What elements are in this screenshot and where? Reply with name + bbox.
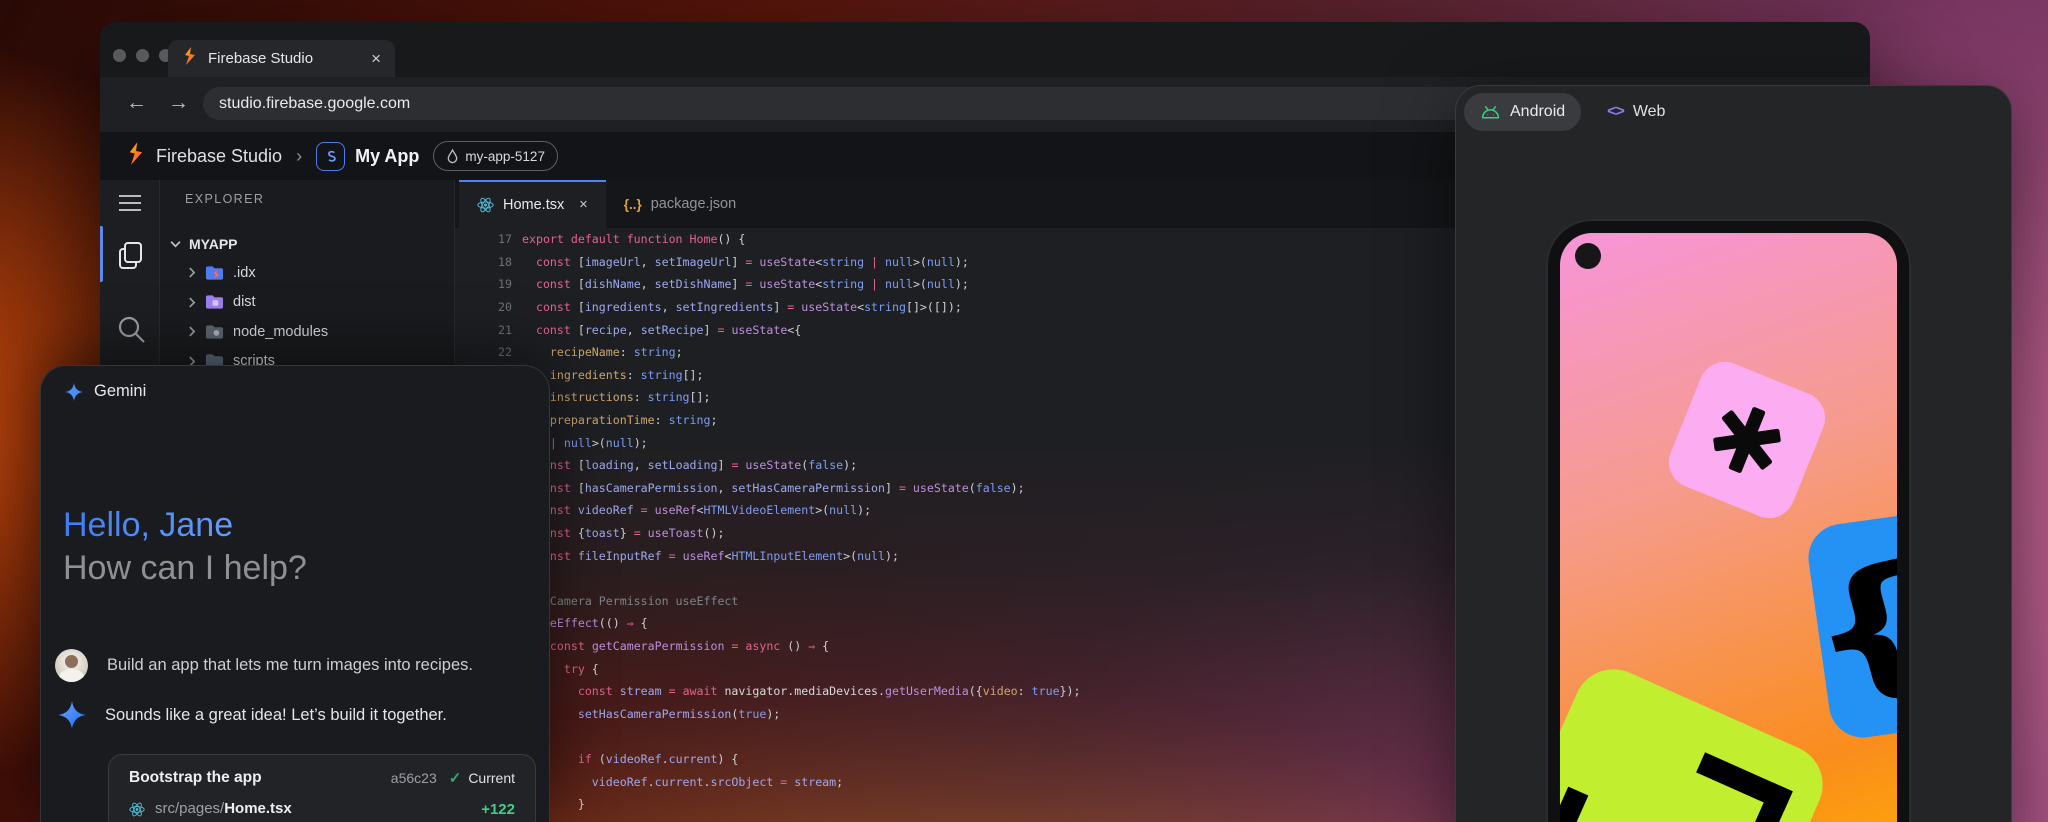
line-number: 18 (455, 255, 512, 269)
workspace-icon (316, 142, 345, 171)
user-message: Build an app that lets me turn images in… (55, 649, 473, 682)
project-id-pill[interactable]: my-app-5127 (433, 141, 558, 171)
tree-item-label: dist (233, 294, 256, 310)
line-number: 20 (455, 300, 512, 314)
file-tree: MYAPP .idxdistnode_modulesscripts (160, 230, 454, 376)
gemini-greeting: Hello, Jane How can I help? (63, 504, 307, 590)
editor-tab-package[interactable]: {..} package.json (606, 180, 754, 228)
asterisk-icon (1698, 391, 1797, 490)
phone-screen[interactable]: { (1560, 233, 1897, 822)
greeting-name: Hello, Jane (63, 504, 307, 547)
camera-punch-hole (1575, 243, 1601, 269)
lime-brackets-tile (1560, 657, 1835, 822)
tree-item-node_modules[interactable]: node_modules (160, 317, 454, 347)
url-text: studio.firebase.google.com (219, 95, 410, 113)
files-icon[interactable] (116, 240, 145, 277)
search-icon[interactable] (116, 314, 148, 351)
android-tab[interactable]: Android (1464, 93, 1581, 131)
line-number: 19 (455, 277, 512, 291)
card-title: Bootstrap the app (129, 769, 391, 787)
platform-toggle: Android <> Web (1464, 93, 1665, 131)
status-badge: Current (468, 770, 515, 786)
curly-brace-glyph: { (1789, 540, 1897, 715)
breadcrumb-separator: › (296, 146, 302, 167)
firebase-flame-icon (182, 47, 198, 70)
code-brackets-icon: <> (1607, 103, 1624, 121)
tree-items: .idxdistnode_modulesscripts (160, 258, 454, 376)
line-number: 22 (455, 345, 512, 359)
active-view-indicator (100, 226, 103, 282)
line-number: 21 (455, 323, 512, 337)
tree-item-label: .idx (233, 265, 256, 281)
react-icon (129, 802, 145, 817)
commit-hash: a56c23 (391, 770, 437, 786)
project-id: my-app-5127 (465, 149, 545, 164)
gemini-panel: Gemini Hello, Jane How can I help? Build… (40, 365, 550, 822)
android-icon (1480, 104, 1501, 121)
react-icon (477, 197, 494, 213)
workspace-name[interactable]: My App (355, 146, 419, 167)
gemini-title: Gemini (94, 382, 146, 401)
firebase-logo-icon (126, 142, 146, 170)
chevron-right-icon (188, 267, 196, 278)
project-spark-icon (446, 149, 459, 164)
web-tab[interactable]: <> Web (1607, 103, 1665, 121)
json-braces-icon: {..} (624, 197, 642, 212)
file-path: src/pages/ (155, 800, 224, 817)
explorer-title: EXPLORER (185, 192, 264, 206)
android-tab-label: Android (1510, 103, 1565, 121)
editor-tab-label: package.json (651, 196, 736, 212)
back-icon[interactable]: ← (126, 91, 147, 115)
bracket-glyph (1560, 787, 1656, 822)
window-controls[interactable] (113, 49, 172, 62)
window-control-dot[interactable] (136, 49, 149, 62)
ai-message: Sounds like a great idea! Let’s build it… (55, 701, 447, 729)
stage: Firebase Studio × ← → studio.firebase.go… (0, 0, 2048, 822)
product-name[interactable]: Firebase Studio (156, 146, 282, 167)
forward-icon[interactable]: → (168, 91, 189, 115)
browser-tab-title: Firebase Studio (208, 50, 371, 67)
user-avatar (55, 649, 88, 682)
blue-brace-tile: { (1804, 499, 1897, 742)
chevron-right-icon (188, 297, 196, 308)
tree-root[interactable]: MYAPP (160, 230, 454, 258)
tree-item-dist[interactable]: dist (160, 288, 454, 318)
line-number: 17 (455, 232, 512, 246)
tree-item-label: node_modules (233, 324, 328, 340)
phone-device: { (1546, 219, 1911, 822)
bootstrap-card[interactable]: Bootstrap the app a56c23 ✓ Current src/p… (108, 754, 536, 822)
browser-tabstrip: Firebase Studio × (100, 22, 1870, 77)
folder-icon (205, 294, 224, 310)
web-tab-label: Web (1633, 103, 1666, 121)
gemini-header: Gemini (65, 382, 146, 401)
chevron-down-icon (170, 240, 181, 248)
tree-root-label: MYAPP (189, 236, 238, 252)
greeting-question: How can I help? (63, 547, 307, 590)
user-message-text: Build an app that lets me turn images in… (107, 656, 473, 675)
window-control-dot[interactable] (113, 49, 126, 62)
menu-icon[interactable] (118, 194, 142, 217)
additions-count: +122 (481, 801, 515, 818)
editor-tab-label: Home.tsx (503, 197, 564, 213)
browser-tab[interactable]: Firebase Studio × (168, 40, 395, 77)
folder-icon (205, 324, 224, 340)
editor-tab-home[interactable]: Home.tsx × (459, 180, 606, 228)
gemini-sparkle-icon (65, 383, 83, 401)
tree-item-idx[interactable]: .idx (160, 258, 454, 288)
tab-close-icon[interactable]: × (371, 50, 381, 67)
bracket-glyph (1666, 752, 1793, 822)
preview-panel: Android <> Web { (1455, 85, 2012, 822)
chevron-right-icon (188, 326, 196, 337)
gemini-sparkle-icon (58, 701, 86, 729)
file-name[interactable]: Home.tsx (224, 800, 292, 817)
folder-icon (205, 265, 224, 281)
pink-asterisk-tile (1661, 354, 1833, 526)
check-icon: ✓ (449, 769, 462, 787)
ai-message-text: Sounds like a great idea! Let’s build it… (105, 706, 447, 725)
editor-tab-close-icon[interactable]: × (579, 197, 587, 213)
